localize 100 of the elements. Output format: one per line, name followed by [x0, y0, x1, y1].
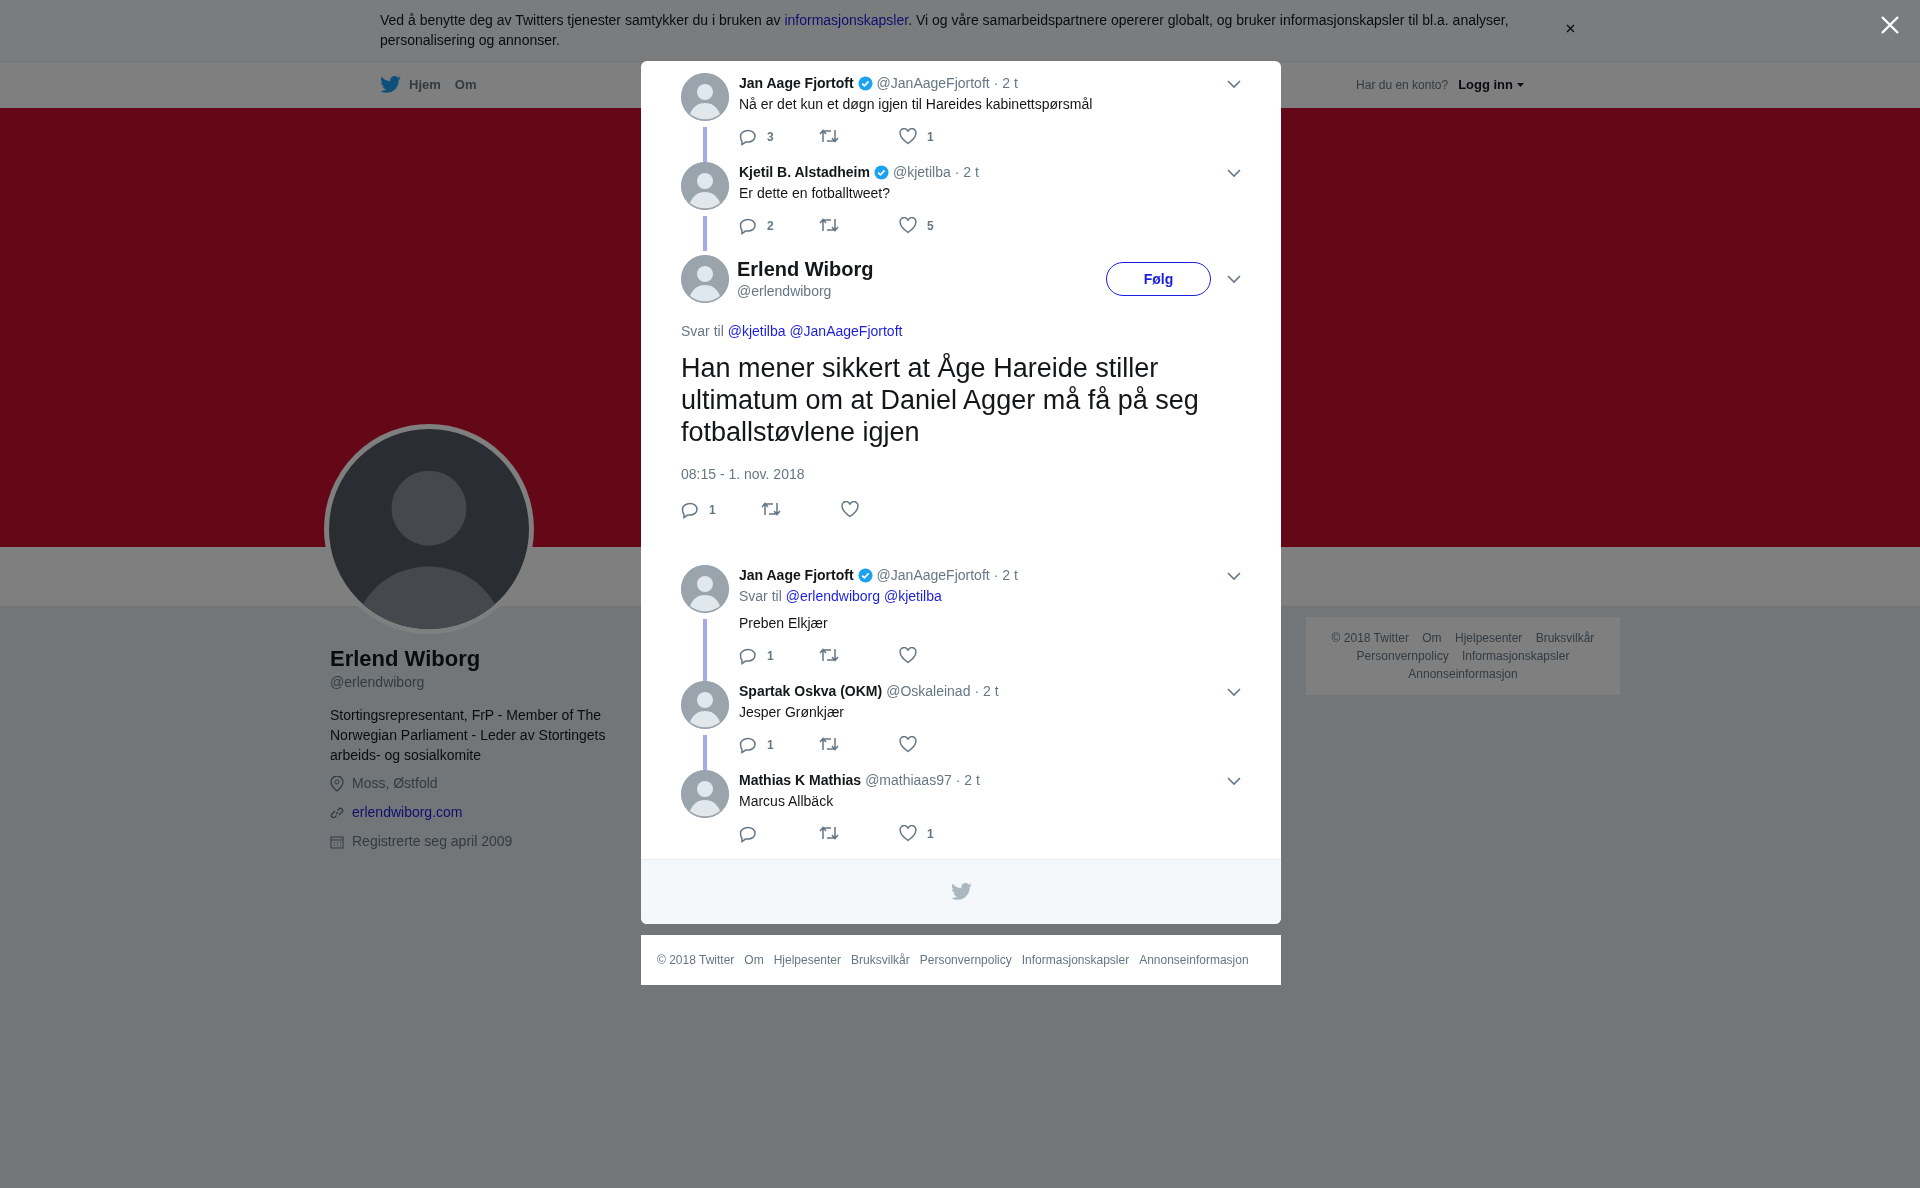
profile-bio: Stortingsrepresentant, FrP - Member of The Norwegian Parliament - Leder av Stortingets arbeids- og sosialkomite: [330, 706, 607, 765]
heart-icon: [899, 736, 917, 753]
calendar-icon: [330, 834, 344, 849]
footer-link[interactable]: Om: [744, 951, 764, 969]
chevron-icon: [1227, 687, 1241, 697]
mention-link[interactable]: @JanAageFjortoft: [789, 323, 903, 339]
author-name: Erlend Wiborg: [737, 256, 874, 281]
chevron-icon: [1227, 776, 1241, 786]
avatar: [681, 565, 729, 613]
nav-link[interactable]: Hjem: [380, 75, 455, 95]
close-button[interactable]: [1880, 14, 1900, 36]
reply-button[interactable]: 1: [681, 501, 761, 519]
reply-icon: [739, 736, 757, 754]
tweet-time: · 2 t: [955, 771, 980, 790]
caret-icon: [1517, 83, 1524, 87]
chevron-icon: [1227, 275, 1241, 285]
reply-button[interactable]: 1: [739, 736, 819, 754]
heart-icon: [899, 128, 917, 145]
cookie-notice-text: Ved å benytte deg av Twitters tjenester samtykker du i bruken av informasjonskapsler. Vi og våre samarbeidspartnere opererer globalt, og bruker informasjonskapsler til bl.a. analyser, personalisering og annonser.: [380, 11, 1510, 50]
mention-link[interactable]: @kjetilba: [727, 323, 786, 339]
author-handle: @mathiaas97: [865, 771, 952, 790]
login-dropdown[interactable]: Logg inn: [1452, 74, 1530, 96]
footer-link[interactable]: Hjelpesenter: [1454, 629, 1523, 647]
retweet-icon: [761, 501, 781, 517]
avatar: [681, 73, 729, 121]
footer-link[interactable]: Hjelpesenter: [773, 951, 842, 969]
reply-to-text: Svar til @kjetilba @JanAageFjortoft: [681, 322, 904, 341]
twitter-bird-icon: [380, 76, 401, 94]
close-icon: [1566, 24, 1575, 34]
website-link[interactable]: erlendwiborg.com: [352, 802, 463, 823]
retweet-icon: [819, 217, 839, 233]
avatar: [681, 681, 729, 729]
heart-icon: [899, 217, 917, 234]
tweet-text: Preben Elkjær: [739, 614, 829, 633]
tweet-time: · 2 t: [993, 74, 1018, 93]
tweet-text: Jesper Grønkjær: [739, 703, 846, 722]
author-name: Kjetil B. Alstadheim: [739, 163, 870, 182]
chevron-icon: [1227, 168, 1241, 178]
footer-link[interactable]: Bruksvilkår: [1535, 629, 1595, 647]
tweet-time: · 2 t: [974, 682, 999, 701]
close-icon: [1880, 15, 1900, 36]
tweet-text: Er dette en fotballtweet?: [739, 184, 891, 203]
reply-to-text: Svar til @erlendwiborg @kjetilba: [739, 587, 943, 606]
tweet-time: · 2 t: [993, 566, 1018, 585]
footer-link[interactable]: Informasjonskapsler: [1021, 951, 1130, 969]
tweet-text: Nå er det kun et døgn igjen til Hareides kabinettspørsmål: [739, 95, 1094, 114]
footer-link[interactable]: Informasjonskapsler: [1462, 647, 1570, 665]
retweet-icon: [819, 647, 839, 663]
author-handle: @JanAageFjortoft: [876, 566, 990, 585]
footer-link[interactable]: Annonseinformasjon: [1408, 665, 1518, 683]
footer-link[interactable]: Personvernpolicy: [919, 951, 1012, 969]
author-handle: @JanAageFjortoft: [876, 74, 990, 93]
reply-icon: [739, 647, 757, 665]
like-button[interactable]: 1: [899, 128, 979, 146]
footer-link[interactable]: © 2018 Twitter: [657, 951, 735, 969]
heart-icon: [899, 825, 917, 842]
footer-link[interactable]: Personvernpolicy: [1356, 647, 1449, 665]
chevron-icon: [1227, 571, 1241, 581]
heart-icon: [841, 501, 859, 518]
retweet-icon: [819, 128, 839, 144]
reply-button[interactable]: 3: [739, 128, 819, 146]
like-button[interactable]: 1: [899, 825, 979, 843]
tweet-date: 08:15 - 1. nov. 2018: [681, 465, 806, 484]
chevron-icon: [1227, 79, 1241, 89]
nav-link[interactable]: Om: [454, 75, 491, 95]
footer-link[interactable]: © 2018 Twitter: [1331, 629, 1409, 647]
mention-link[interactable]: @kjetilba: [883, 588, 942, 604]
location-pin-icon: [330, 775, 344, 792]
mention-link[interactable]: @erlendwiborg: [785, 588, 881, 604]
author-handle: @erlendwiborg: [737, 281, 833, 301]
profile-location: Moss, Østfold: [352, 774, 438, 793]
reply-icon: [681, 501, 699, 519]
twitter-bird-icon: [950, 883, 972, 901]
author-name: Mathias K Mathias: [739, 771, 862, 790]
tweet-text: Marcus Allbäck: [739, 792, 835, 811]
reply-button[interactable]: 1: [739, 647, 819, 665]
footer-link[interactable]: Om: [1422, 629, 1442, 647]
reply-icon: [739, 825, 757, 843]
join-date: Registrerte seg april 2009: [352, 832, 513, 851]
profile-name: Erlend Wiborg: [330, 646, 482, 672]
author-name: Spartak Oskva (OKM): [739, 682, 883, 701]
retweet-icon: [819, 825, 839, 841]
retweet-icon: [819, 736, 839, 752]
cookie-link[interactable]: informasjonskapsler: [784, 12, 909, 28]
author-name: Jan Aage Fjortoft: [739, 74, 854, 93]
avatar: [681, 255, 729, 303]
tweet-time: · 2 t: [954, 163, 979, 182]
profile-handle: @erlendwiborg: [330, 673, 426, 692]
heart-icon: [899, 647, 917, 664]
link-icon: [330, 805, 344, 820]
avatar: [681, 162, 729, 210]
login-prompt: Har du en konto?: [1356, 77, 1449, 94]
follow-button[interactable]: Følg: [1106, 262, 1211, 296]
author-handle: @kjetilba: [892, 163, 951, 182]
like-button[interactable]: 5: [899, 217, 979, 235]
footer-link[interactable]: Annonseinformasjon: [1139, 951, 1249, 969]
reply-button[interactable]: 2: [739, 217, 819, 235]
avatar: [681, 770, 729, 818]
footer-link[interactable]: Bruksvilkår: [851, 951, 910, 969]
tweet-text: Han mener sikkert at Åge Hareide stiller ultimatum om at Daniel Agger må få på seg fotballstøvlene igjen: [681, 352, 1200, 448]
